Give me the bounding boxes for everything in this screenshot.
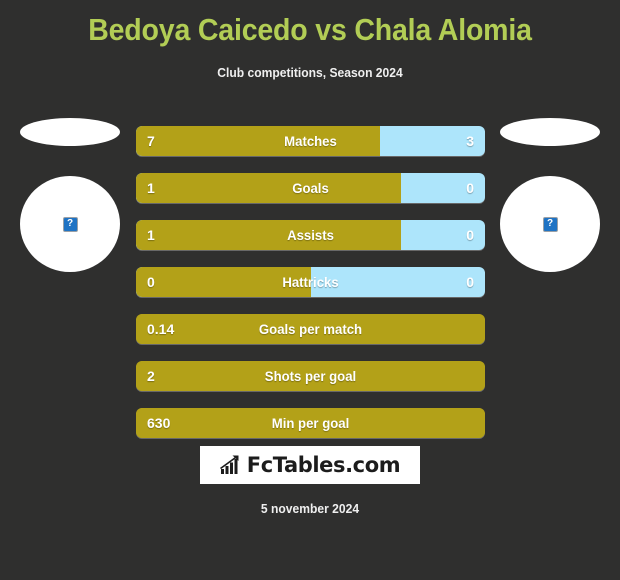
stat-bar-hattricks: 0 Hattricks 0 (136, 267, 485, 297)
stat-away-value: 0 (466, 180, 474, 196)
stat-bar-goals: 1 Goals 0 (136, 173, 485, 203)
stat-bar-min-per-goal: 630 Min per goal (136, 408, 485, 438)
avatar: ? (500, 176, 600, 272)
fctables-logo: FcTables.com (200, 446, 420, 484)
broken-image-glyph: ? (66, 218, 74, 229)
stat-bar-list: 7 Matches 3 1 Goals 0 1 Assists 0 0 Hattricks 0 0.14… (136, 126, 485, 455)
broken-image-icon: ? (62, 216, 78, 232)
avatar-top-ellipse (500, 118, 600, 146)
page-title: Bedoya Caicedo vs Chala Alomia (88, 12, 532, 47)
bar-chart-icon (219, 455, 239, 474)
stat-bar-matches: 7 Matches 3 (136, 126, 485, 156)
stat-away-value: 3 (466, 133, 474, 149)
generated-date: 5 november 2024 (260, 501, 360, 516)
player-right-avatar-group: ? (488, 118, 612, 272)
logo-text: FcTables.com (246, 453, 401, 477)
stat-label: Hattricks (282, 274, 339, 290)
page-subtitle: Club competitions, Season 2024 (217, 65, 403, 80)
avatar: ? (20, 176, 120, 272)
stat-bar-assists: 1 Assists 0 (136, 220, 485, 250)
stat-away-value: 0 (466, 227, 474, 243)
player-left-avatar-group: ? (8, 118, 132, 272)
stats-comparison-page: Bedoya Caicedo vs Chala Alomia Club comp… (0, 0, 620, 580)
stat-label: Min per goal (271, 415, 350, 431)
stat-away-value: 0 (466, 274, 474, 290)
broken-image-glyph: ? (546, 218, 554, 229)
avatar-top-ellipse (20, 118, 120, 146)
stat-label: Goals per match (258, 321, 363, 337)
stat-bar-goals-per-match: 0.14 Goals per match (136, 314, 485, 344)
stat-label: Goals (292, 180, 329, 196)
broken-image-icon: ? (542, 216, 558, 232)
stat-label: Assists (287, 227, 334, 243)
stat-label: Shots per goal (264, 368, 357, 384)
stat-label: Matches (284, 133, 337, 149)
stat-bar-shots-per-goal: 2 Shots per goal (136, 361, 485, 391)
